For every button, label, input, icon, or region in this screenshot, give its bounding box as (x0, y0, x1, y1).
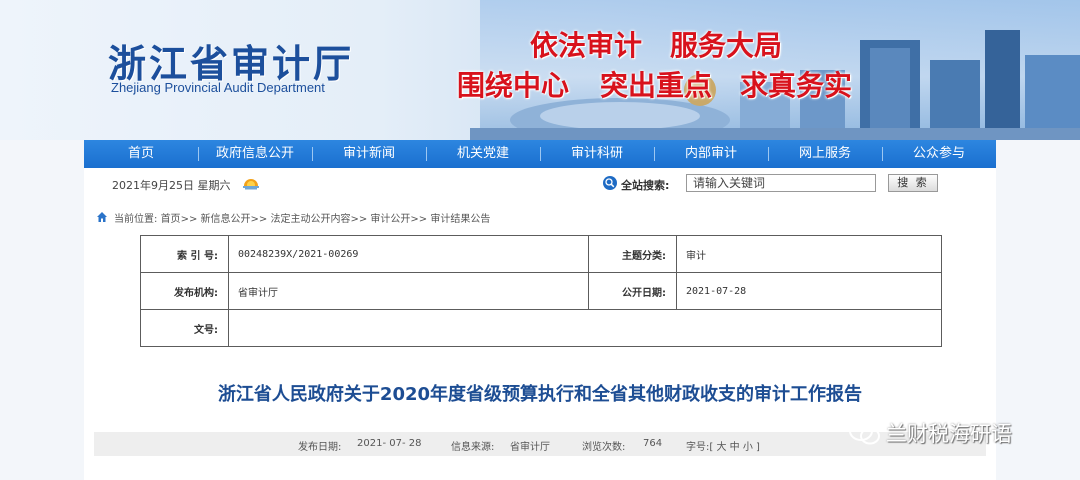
category-label: 主题分类: (588, 235, 677, 273)
breadcrumb-separator: >> (410, 214, 428, 225)
search-icon (603, 176, 617, 190)
breadcrumb-separator: >> (180, 214, 198, 225)
font-size-small-button[interactable]: 小 (743, 442, 753, 453)
article-views-value: 764 (643, 438, 663, 449)
breadcrumb-link-statutory[interactable]: 法定主动公开内容 (270, 214, 350, 225)
nav-item-online-service[interactable]: 网上服务 (768, 140, 882, 168)
article-views-label: 浏览次数: (582, 442, 626, 453)
slogan-3: 围绕中心 (457, 69, 570, 102)
breadcrumb-link-audit-public[interactable]: 审计公开 (370, 214, 410, 225)
slogan-4: 突出重点 (600, 69, 713, 102)
breadcrumb-link-home[interactable]: 首页 (161, 214, 181, 225)
index-number-label: 索 引 号: (140, 235, 229, 273)
breadcrumb-link-info[interactable]: 新信息公开 (201, 214, 251, 225)
breadcrumb-separator: >> (350, 214, 368, 225)
nav-item-internal-audit[interactable]: 内部审计 (654, 140, 768, 168)
article-source-label: 信息来源: (451, 442, 495, 453)
article-title: 浙江省人民政府关于2020年度省级预算执行和全省其他财政收支的审计工作报告 (217, 384, 863, 405)
home-icon (97, 212, 107, 222)
table-row: 文号: (140, 309, 942, 347)
site-logo-subtitle: Zhejiang Provincial Audit Department (111, 80, 325, 95)
font-size-control: 字号:[ 大 中 小 ] (686, 438, 760, 453)
breadcrumb-prefix: 当前位置: (114, 214, 158, 225)
publish-date-value: 2021-07-28 (676, 272, 942, 310)
main-nav: 首页 政府信息公开 审计新闻 机关党建 审计科研 内部审计 网上服务 公众参与 (84, 140, 996, 168)
search-label: 全站搜索: (621, 179, 670, 192)
font-size-close-bracket: ] (756, 442, 760, 453)
table-row: 发布机构: 省审计厅 公开日期: 2021-07-28 (140, 272, 942, 310)
document-metadata-table: 索 引 号: 00248239X/2021-00269 主题分类: 审计 发布机… (140, 235, 942, 347)
index-number-value: 00248239X/2021-00269 (228, 235, 589, 273)
category-value: 审计 (676, 235, 942, 273)
font-size-large-button[interactable]: 大 (716, 442, 726, 453)
publisher-value: 省审计厅 (228, 272, 589, 310)
slogan-2: 服务大局 (670, 29, 783, 62)
doc-number-label: 文号: (140, 309, 229, 347)
table-row: 索 引 号: 00248239X/2021-00269 主题分类: 审计 (140, 235, 942, 273)
header-banner: 浙江省审计厅 Zhejiang Provincial Audit Departm… (0, 0, 1080, 140)
nav-item-audit-news[interactable]: 审计新闻 (312, 140, 426, 168)
publish-date-label: 公开日期: (588, 272, 677, 310)
article-date-label: 发布日期: (298, 442, 342, 453)
nav-item-research[interactable]: 审计科研 (540, 140, 654, 168)
watermark-text: 兰财税海研语 (886, 422, 1012, 446)
publisher-label: 发布机构: (140, 272, 229, 310)
article-date-value: 2021- 07- 28 (357, 438, 422, 449)
search-input[interactable] (686, 174, 876, 192)
slogan-1: 依法审计 (530, 29, 643, 62)
breadcrumb-separator: >> (250, 214, 268, 225)
breadcrumb: 当前位置: 首页>> 新信息公开>> 法定主动公开内容>> 审计公开>> 审计结… (114, 210, 490, 225)
breadcrumb-link-results[interactable]: 审计结果公告 (430, 214, 490, 225)
nav-item-gov-info[interactable]: 政府信息公开 (198, 140, 312, 168)
wechat-watermark-icon (849, 421, 880, 445)
nav-item-public[interactable]: 公众参与 (882, 140, 996, 168)
article-source-value: 省审计厅 (510, 442, 550, 453)
current-date: 2021年9月25日 星期六 (112, 179, 231, 192)
slogan-5: 求真务实 (740, 69, 853, 102)
font-size-label: 字号:[ (686, 442, 714, 453)
nav-item-home[interactable]: 首页 (84, 140, 198, 168)
font-size-medium-button[interactable]: 中 (730, 442, 740, 453)
nav-item-party[interactable]: 机关党建 (426, 140, 540, 168)
search-button[interactable]: 搜 索 (888, 174, 938, 192)
weather-sun-icon (243, 179, 259, 190)
doc-number-value (228, 309, 942, 347)
